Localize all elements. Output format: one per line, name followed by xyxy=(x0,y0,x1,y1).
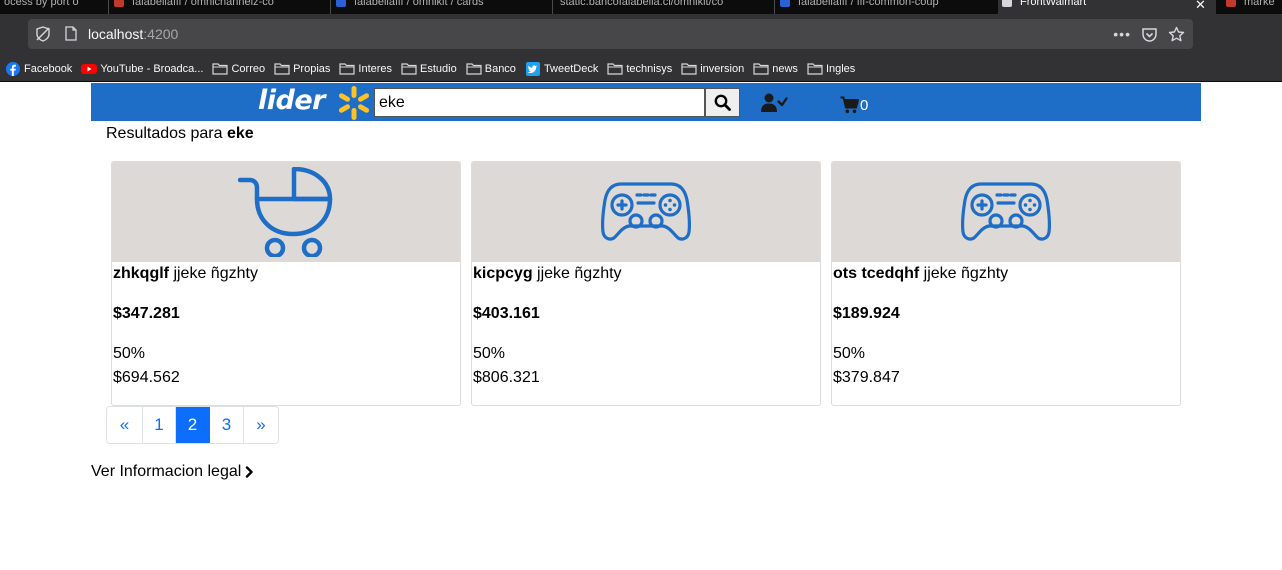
folder-icon xyxy=(274,62,290,75)
product-image[interactable] xyxy=(472,162,820,262)
browser-tab-active[interactable]: FrontWalmart xyxy=(998,0,1216,14)
browser-tab-strip: ocess by port o falabellafif / omnichann… xyxy=(0,0,1282,14)
bookmark-youtube[interactable]: YouTube - Broadca... xyxy=(81,62,203,75)
search-query: eke xyxy=(226,125,254,142)
pagination-page-3[interactable]: 3 xyxy=(210,407,244,443)
youtube-icon xyxy=(81,62,98,75)
bookmark-folder-interes[interactable]: Interes xyxy=(339,62,392,75)
tab-separator xyxy=(330,0,331,14)
product-image[interactable] xyxy=(832,162,1180,262)
pagination-page-1[interactable]: 1 xyxy=(143,407,176,443)
browser-tab[interactable]: marke xyxy=(1222,0,1282,14)
tab-separator xyxy=(774,0,775,14)
product-name[interactable]: zhkqglf jjeke ñgzhty xyxy=(113,265,258,283)
product-card[interactable]: kicpcyg jjeke ñgzhty $403.161 50% $806.3… xyxy=(471,161,821,406)
bookmark-folder-propias[interactable]: Propias xyxy=(274,62,330,75)
bookmarks-toolbar: Facebook YouTube - Broadca... Correo Pro… xyxy=(0,56,1282,82)
folder-icon xyxy=(339,62,355,75)
browser-tab[interactable]: ocess by port o xyxy=(0,0,105,14)
page-favicon-icon xyxy=(1226,0,1236,8)
folder-icon xyxy=(753,62,769,75)
page-actions-menu-icon[interactable]: ••• xyxy=(1113,26,1131,42)
pagination-page-2-active[interactable]: 2 xyxy=(176,407,210,443)
product-old-price: $694.562 xyxy=(113,369,180,386)
gamepad-icon xyxy=(961,182,1051,241)
bitbucket-favicon-icon xyxy=(780,0,790,8)
folder-icon xyxy=(807,62,823,75)
folder-icon xyxy=(466,62,482,75)
folder-icon xyxy=(681,62,697,75)
browser-tab[interactable]: falabellafif / fif-common-coup xyxy=(776,0,996,14)
shopping-cart-icon xyxy=(840,96,859,114)
cart-button[interactable]: 0 xyxy=(840,90,868,114)
lider-logo[interactable]: lider xyxy=(258,84,373,120)
tab-separator xyxy=(552,0,553,14)
browser-tab[interactable]: falabellafif / omnichannelz-co xyxy=(110,0,328,14)
product-card[interactable]: zhkqglf jjeke ñgzhty $347.281 50% $694.5… xyxy=(111,161,461,406)
bookmark-folder-ingles[interactable]: Ingles xyxy=(807,62,855,75)
facebook-icon xyxy=(5,61,21,76)
site-header: lider 0 xyxy=(91,83,1201,121)
folder-icon xyxy=(607,62,623,75)
product-card[interactable]: ots tcedqhf jjeke ñgzhty $189.924 50% $3… xyxy=(831,161,1181,406)
bookmark-star-icon[interactable] xyxy=(1168,26,1185,43)
product-discount: 50% xyxy=(473,345,506,362)
page-info-icon[interactable] xyxy=(65,26,77,41)
address-bar[interactable]: localhost:4200 ••• xyxy=(28,19,1193,49)
product-price: $189.924 xyxy=(833,305,900,322)
product-old-price: $806.321 xyxy=(473,369,540,386)
search-icon xyxy=(714,94,731,111)
browser-tab[interactable]: falabellafif / omnikit / cards xyxy=(332,0,550,14)
address-bar-actions: ••• xyxy=(1113,25,1185,43)
url-text[interactable]: localhost:4200 xyxy=(88,26,178,42)
pagination-next[interactable]: » xyxy=(244,407,278,443)
gamepad-icon xyxy=(601,182,691,241)
user-account-icon[interactable] xyxy=(761,93,789,113)
tab-separator xyxy=(108,0,109,14)
pagination-previous[interactable]: « xyxy=(107,407,143,443)
bookmark-facebook[interactable]: Facebook xyxy=(5,61,72,76)
results-heading: Resultados para eke xyxy=(106,125,254,142)
bookmark-folder-banco[interactable]: Banco xyxy=(466,62,516,75)
search-input[interactable] xyxy=(374,88,705,117)
product-price: $347.281 xyxy=(113,305,180,322)
bookmark-folder-estudio[interactable]: Estudio xyxy=(401,62,457,75)
tracking-protection-icon[interactable] xyxy=(35,26,51,42)
page-favicon-icon xyxy=(1002,0,1012,8)
folder-icon xyxy=(401,62,417,75)
bitbucket-favicon-icon xyxy=(336,0,346,8)
baby-carriage-icon xyxy=(238,167,333,257)
cart-count: 0 xyxy=(860,97,869,114)
chevron-right-icon xyxy=(246,466,254,478)
pocket-icon[interactable] xyxy=(1141,26,1158,43)
product-old-price: $379.847 xyxy=(833,369,900,386)
bookmark-folder-news[interactable]: news xyxy=(753,62,798,75)
twitter-icon xyxy=(525,61,541,76)
browser-tab[interactable]: static.bancofalabella.cl/omnikit/co xyxy=(556,0,772,14)
product-name[interactable]: kicpcyg jjeke ñgzhty xyxy=(473,265,622,283)
walmart-spark-icon xyxy=(338,86,370,120)
close-tab-icon[interactable]: ✕ xyxy=(1195,0,1206,13)
bookmark-tweetdeck[interactable]: TweetDeck xyxy=(525,61,598,76)
gitlab-favicon-icon xyxy=(114,0,124,8)
legal-info-link[interactable]: Ver Informacion legal xyxy=(91,463,254,481)
search-button[interactable] xyxy=(705,88,740,117)
pagination: « 1 2 3 » xyxy=(106,406,279,444)
product-price: $403.161 xyxy=(473,305,540,322)
folder-icon xyxy=(212,62,229,75)
product-name[interactable]: ots tcedqhf jjeke ñgzhty xyxy=(833,265,1008,283)
bookmark-folder-inversion[interactable]: inversion xyxy=(681,62,744,75)
bookmark-folder-correo[interactable]: Correo xyxy=(212,62,265,75)
product-discount: 50% xyxy=(833,345,866,362)
browser-toolbar: localhost:4200 ••• xyxy=(0,14,1282,56)
product-discount: 50% xyxy=(113,345,146,362)
product-image[interactable] xyxy=(112,162,460,262)
bookmark-folder-technisys[interactable]: technisys xyxy=(607,62,672,75)
